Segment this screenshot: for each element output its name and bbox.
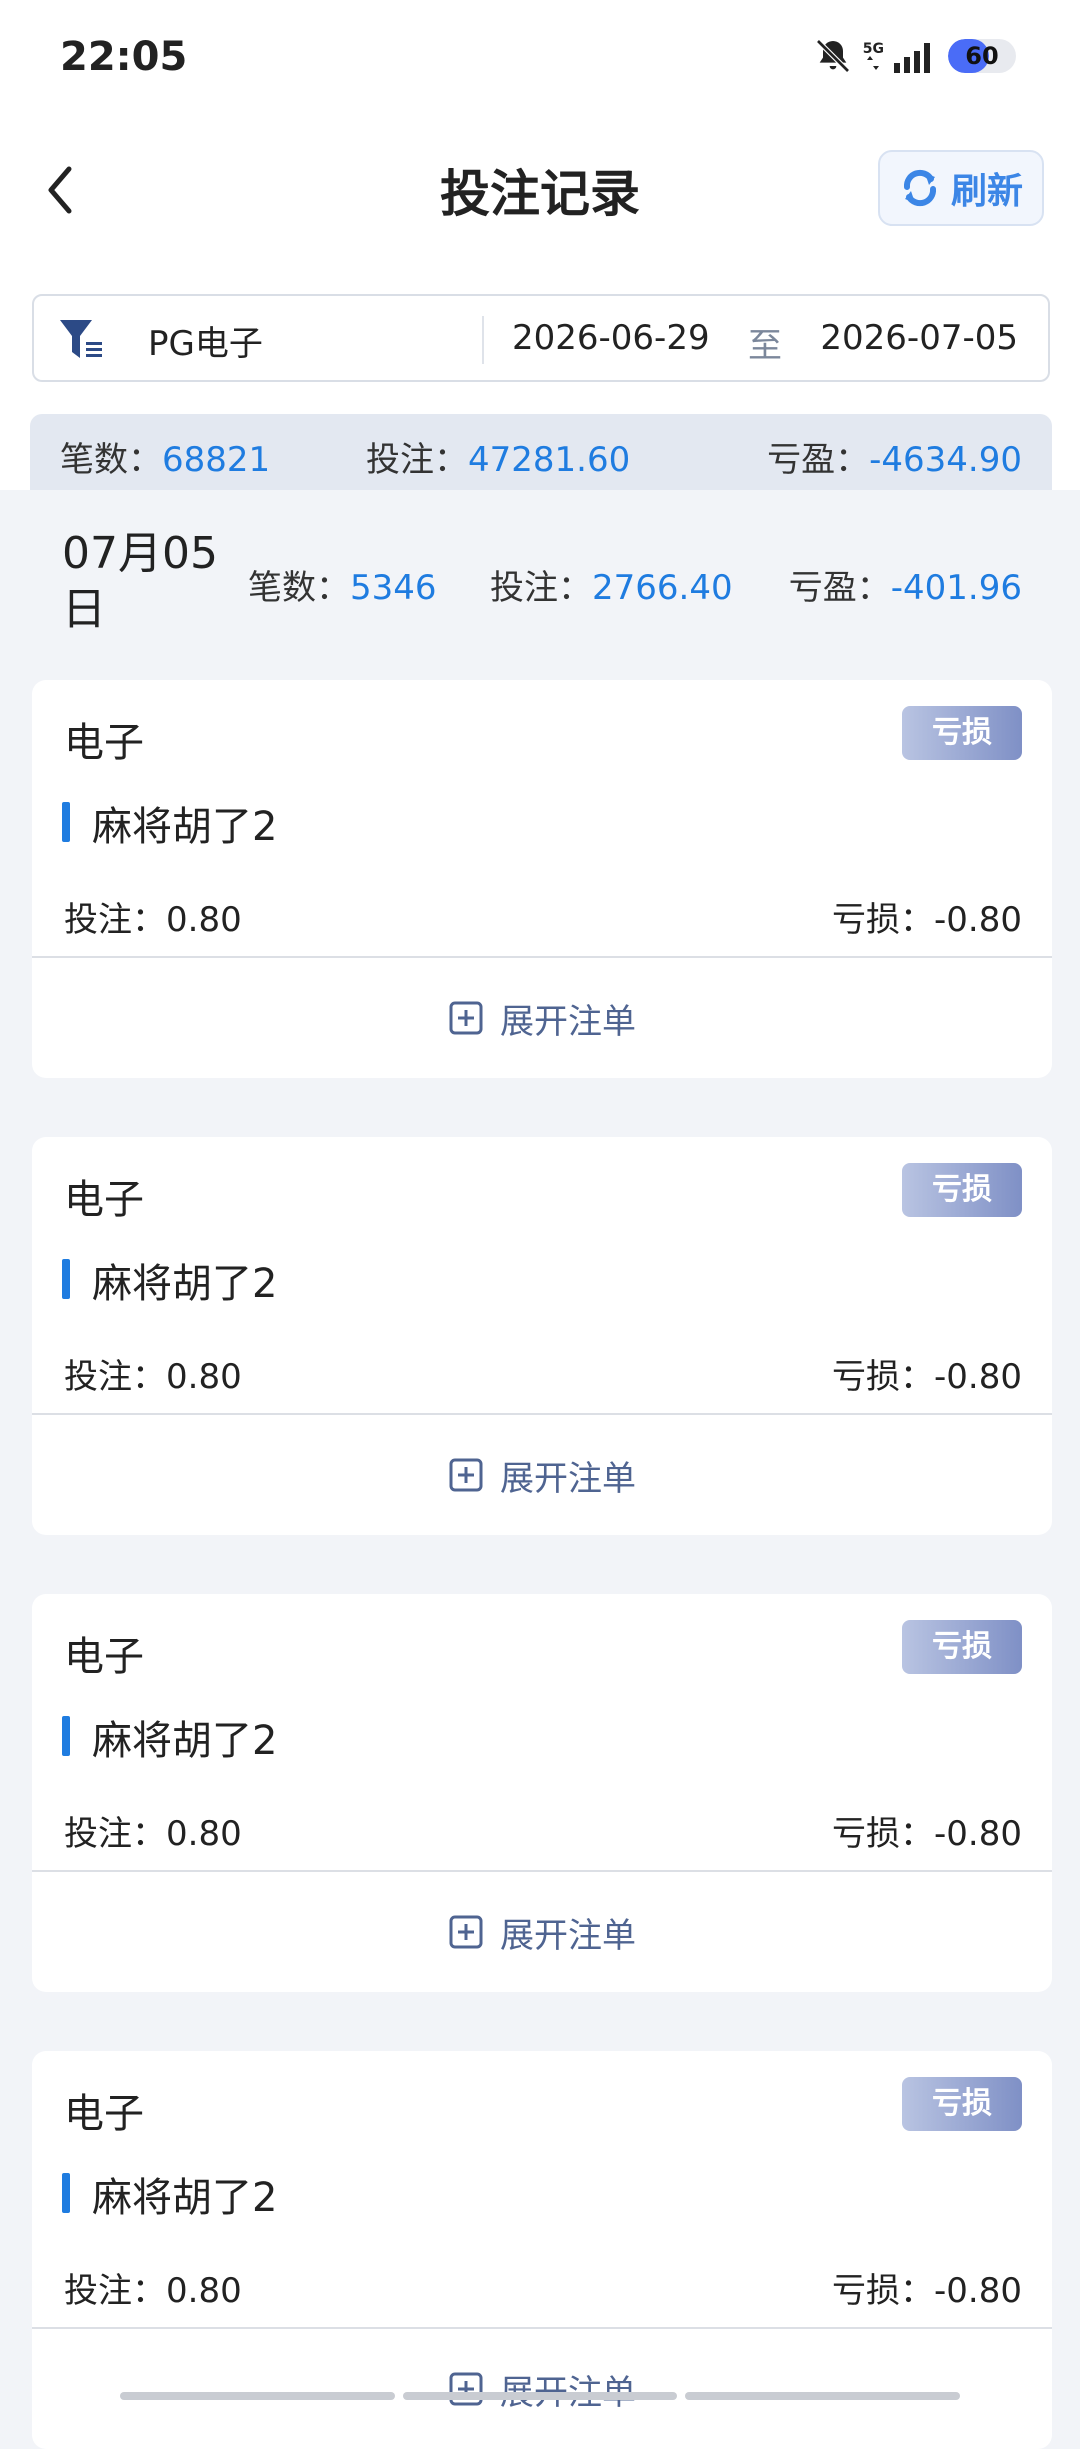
plus-square-icon — [448, 1457, 484, 1493]
filter-divider — [482, 316, 484, 364]
refresh-icon — [899, 167, 941, 209]
plus-square-icon — [448, 1914, 484, 1950]
filter-button[interactable] — [58, 316, 106, 368]
summary-profit-loss: 亏盈：-4634.90 — [767, 432, 1022, 481]
game-marker — [62, 2173, 70, 2213]
day-date: 07月05日 — [62, 526, 242, 638]
battery-level: 60 — [948, 39, 1016, 73]
expand-bets-button[interactable]: 展开注单 — [32, 1415, 1052, 1535]
scroll-segment — [403, 2392, 678, 2400]
game-marker — [62, 1259, 70, 1299]
day-bet-label: 投注： — [490, 568, 592, 608]
network-label: 5G — [863, 42, 884, 56]
game-marker — [62, 802, 70, 842]
record-bet: 投注：0.80 — [64, 2263, 242, 2312]
expand-bets-button[interactable]: 展开注单 — [32, 2329, 1052, 2449]
plus-square-icon — [448, 2371, 484, 2407]
app-header: 投注记录 刷新 — [0, 130, 1080, 250]
bet-record-card: 电子 亏损 麻将胡了2 投注：0.80 亏损：-0.80 展开注单 — [32, 1137, 1052, 1535]
day-pl-label: 亏盈： — [789, 568, 891, 608]
day-bet-value: 2766.40 — [592, 568, 733, 608]
day-pl-value: -401.96 — [891, 568, 1022, 608]
status-bar: 22:05 5G 60 — [0, 0, 1080, 120]
record-loss: 亏损：-0.80 — [832, 1806, 1022, 1855]
record-category: 电子 — [64, 1624, 144, 1682]
data-arrows-icon — [867, 56, 879, 70]
status-badge: 亏损 — [902, 706, 1022, 760]
record-bet: 投注：0.80 — [64, 892, 242, 941]
summary-bar: 笔数：68821 投注：47281.60 亏盈：-4634.90 — [30, 414, 1052, 490]
day-profit-loss: 亏盈：-401.96 — [789, 560, 1022, 609]
record-loss: 亏损：-0.80 — [832, 892, 1022, 941]
bet-record-card: 电子 亏损 麻将胡了2 投注：0.80 亏损：-0.80 展开注单 — [32, 680, 1052, 1078]
battery-indicator: 60 — [948, 39, 1016, 73]
summary-count-label: 笔数： — [60, 440, 162, 480]
day-count-value: 5346 — [350, 568, 437, 608]
summary-bet-value: 47281.60 — [468, 440, 630, 480]
expand-label: 展开注单 — [500, 994, 636, 1043]
day-count: 笔数：5346 — [248, 560, 437, 609]
record-category: 电子 — [64, 2081, 144, 2139]
end-date-picker[interactable]: 2026-07-05 — [820, 318, 1018, 358]
summary-count-value: 68821 — [162, 440, 270, 480]
record-game-name: 麻将胡了2 — [92, 1708, 277, 1766]
filter-bar: PG电子 2026-06-29 至 2026-07-05 — [32, 294, 1050, 382]
status-time: 22:05 — [60, 34, 187, 80]
plus-square-icon — [448, 1000, 484, 1036]
record-category: 电子 — [64, 710, 144, 768]
day-header: 07月05日 笔数：5346 投注：2766.40 亏盈：-401.96 — [0, 520, 1080, 640]
summary-bet-label: 投注： — [366, 440, 468, 480]
network-indicator: 5G — [863, 42, 884, 70]
start-date-picker[interactable]: 2026-06-29 — [512, 318, 710, 358]
day-count-label: 笔数： — [248, 568, 350, 608]
day-bet: 投注：2766.40 — [490, 560, 733, 609]
status-badge: 亏损 — [902, 1163, 1022, 1217]
refresh-button[interactable]: 刷新 — [878, 150, 1044, 226]
game-filter-select[interactable]: PG电子 — [148, 316, 263, 365]
record-game-name: 麻将胡了2 — [92, 1251, 277, 1309]
expand-label: 展开注单 — [500, 1451, 636, 1500]
expand-label: 展开注单 — [500, 2365, 636, 2414]
bell-muted-icon — [813, 36, 853, 76]
bet-record-card: 电子 亏损 麻将胡了2 投注：0.80 亏损：-0.80 展开注单 — [32, 1594, 1052, 1992]
refresh-label: 刷新 — [951, 162, 1023, 214]
scroll-indicator — [120, 2392, 960, 2400]
expand-label: 展开注单 — [500, 1908, 636, 1957]
summary-bet: 投注：47281.60 — [366, 432, 630, 481]
scroll-segment — [120, 2392, 395, 2400]
record-loss: 亏损：-0.80 — [832, 1349, 1022, 1398]
summary-pl-value: -4634.90 — [869, 440, 1022, 480]
record-category: 电子 — [64, 1167, 144, 1225]
date-separator: 至 — [748, 318, 782, 367]
record-game-name: 麻将胡了2 — [92, 794, 277, 852]
bet-record-card: 电子 亏损 麻将胡了2 投注：0.80 亏损：-0.80 展开注单 — [32, 2051, 1052, 2449]
summary-count: 笔数：68821 — [60, 432, 270, 481]
expand-bets-button[interactable]: 展开注单 — [32, 1872, 1052, 1992]
expand-bets-button[interactable]: 展开注单 — [32, 958, 1052, 1078]
signal-icon — [894, 39, 938, 73]
status-badge: 亏损 — [902, 1620, 1022, 1674]
filter-icon — [58, 316, 106, 364]
status-icons: 5G 60 — [813, 36, 1016, 76]
game-marker — [62, 1716, 70, 1756]
record-bet: 投注：0.80 — [64, 1806, 242, 1855]
record-game-name: 麻将胡了2 — [92, 2165, 277, 2223]
status-badge: 亏损 — [902, 2077, 1022, 2131]
summary-pl-label: 亏盈： — [767, 440, 869, 480]
record-bet: 投注：0.80 — [64, 1349, 242, 1398]
record-loss: 亏损：-0.80 — [832, 2263, 1022, 2312]
scroll-segment — [685, 2392, 960, 2400]
